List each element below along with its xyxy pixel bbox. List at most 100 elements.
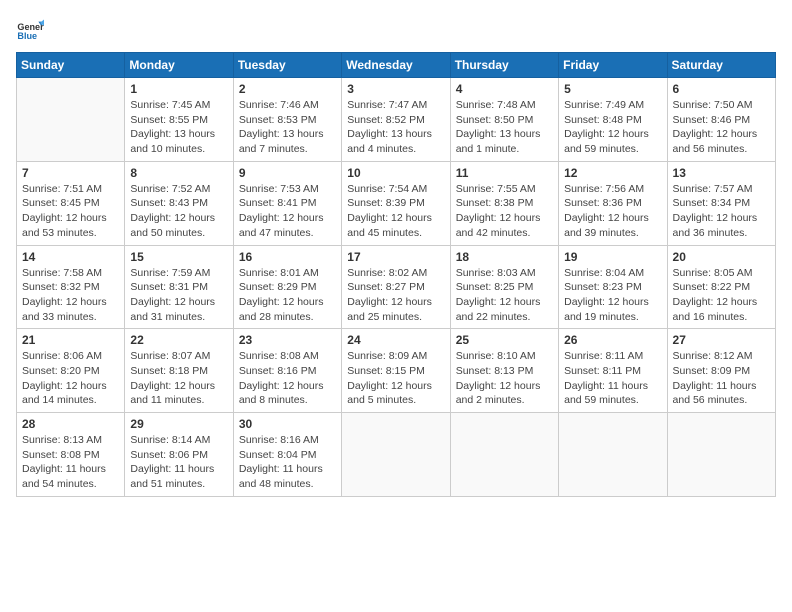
- day-number: 19: [564, 250, 661, 264]
- calendar-cell: [17, 78, 125, 162]
- calendar-cell: 1 Sunrise: 7:45 AM Sunset: 8:55 PM Daylig…: [125, 78, 233, 162]
- day-content: Sunrise: 7:49 AM Sunset: 8:48 PM Dayligh…: [564, 98, 661, 157]
- day-content: Sunrise: 7:56 AM Sunset: 8:36 PM Dayligh…: [564, 182, 661, 241]
- calendar-cell: 4Sunrise: 7:48 AM Sunset: 8:50 PM Daylig…: [450, 78, 558, 162]
- day-content: Sunrise: 8:14 AM Sunset: 8:06 PM Dayligh…: [130, 433, 227, 492]
- calendar-cell: 28 Sunrise: 8:13 AM Sunset: 8:08 PM Dayli…: [17, 413, 125, 497]
- day-number: 27: [673, 333, 770, 347]
- calendar-cell: 10Sunrise: 7:54 AM Sunset: 8:39 PM Dayli…: [342, 161, 450, 245]
- weekday-header: Thursday: [450, 53, 558, 78]
- calendar-week-row: 21 Sunrise: 8:06 AM Sunset: 8:20 PM Dayli…: [17, 329, 776, 413]
- day-number: 5: [564, 82, 661, 96]
- weekday-header-row: SundayMondayTuesdayWednesdayThursdayFrid…: [17, 53, 776, 78]
- day-number: 14: [22, 250, 119, 264]
- day-number: 8: [130, 166, 227, 180]
- calendar-cell: [559, 413, 667, 497]
- calendar-table: SundayMondayTuesdayWednesdayThursdayFrid…: [16, 52, 776, 497]
- day-content: Sunrise: 7:47 AM Sunset: 8:52 PM Dayligh…: [347, 98, 444, 157]
- day-content: Sunrise: 8:09 AM Sunset: 8:15 PM Dayligh…: [347, 349, 444, 408]
- calendar-cell: 21 Sunrise: 8:06 AM Sunset: 8:20 PM Dayli…: [17, 329, 125, 413]
- header: General Blue: [16, 16, 776, 44]
- day-number: 28: [22, 417, 119, 431]
- day-number: 21: [22, 333, 119, 347]
- day-number: 3: [347, 82, 444, 96]
- calendar-week-row: 28 Sunrise: 8:13 AM Sunset: 8:08 PM Dayli…: [17, 413, 776, 497]
- calendar-week-row: 14 Sunrise: 7:58 AM Sunset: 8:32 PM Dayli…: [17, 245, 776, 329]
- calendar-body: 1 Sunrise: 7:45 AM Sunset: 8:55 PM Daylig…: [17, 78, 776, 497]
- weekday-header: Sunday: [17, 53, 125, 78]
- day-content: Sunrise: 8:02 AM Sunset: 8:27 PM Dayligh…: [347, 266, 444, 325]
- calendar-cell: 24 Sunrise: 8:09 AM Sunset: 8:15 PM Dayli…: [342, 329, 450, 413]
- calendar-cell: 6 Sunrise: 7:50 AM Sunset: 8:46 PM Daylig…: [667, 78, 775, 162]
- day-content: Sunrise: 8:10 AM Sunset: 8:13 PM Dayligh…: [456, 349, 553, 408]
- calendar-cell: 26 Sunrise: 8:11 AM Sunset: 8:11 PM Dayli…: [559, 329, 667, 413]
- weekday-header: Saturday: [667, 53, 775, 78]
- svg-text:Blue: Blue: [17, 31, 37, 41]
- day-content: Sunrise: 7:55 AM Sunset: 8:38 PM Dayligh…: [456, 182, 553, 241]
- day-content: Sunrise: 7:50 AM Sunset: 8:46 PM Dayligh…: [673, 98, 770, 157]
- day-content: Sunrise: 8:01 AM Sunset: 8:29 PM Dayligh…: [239, 266, 336, 325]
- day-number: 2: [239, 82, 336, 96]
- day-content: Sunrise: 8:07 AM Sunset: 8:18 PM Dayligh…: [130, 349, 227, 408]
- logo-icon: General Blue: [16, 16, 44, 44]
- calendar-cell: 19 Sunrise: 8:04 AM Sunset: 8:23 PM Dayli…: [559, 245, 667, 329]
- calendar-cell: 27 Sunrise: 8:12 AM Sunset: 8:09 PM Dayli…: [667, 329, 775, 413]
- day-content: Sunrise: 7:53 AM Sunset: 8:41 PM Dayligh…: [239, 182, 336, 241]
- day-number: 23: [239, 333, 336, 347]
- day-number: 11: [456, 166, 553, 180]
- day-number: 26: [564, 333, 661, 347]
- calendar-cell: 11 Sunrise: 7:55 AM Sunset: 8:38 PM Dayli…: [450, 161, 558, 245]
- day-number: 10: [347, 166, 444, 180]
- calendar-cell: 15 Sunrise: 7:59 AM Sunset: 8:31 PM Dayli…: [125, 245, 233, 329]
- day-content: Sunrise: 7:46 AM Sunset: 8:53 PM Dayligh…: [239, 98, 336, 157]
- calendar-cell: 17 Sunrise: 8:02 AM Sunset: 8:27 PM Dayli…: [342, 245, 450, 329]
- day-number: 12: [564, 166, 661, 180]
- weekday-header: Tuesday: [233, 53, 341, 78]
- calendar-cell: [342, 413, 450, 497]
- calendar-cell: 2 Sunrise: 7:46 AM Sunset: 8:53 PM Daylig…: [233, 78, 341, 162]
- day-number: 30: [239, 417, 336, 431]
- day-number: 17: [347, 250, 444, 264]
- day-number: 1: [130, 82, 227, 96]
- calendar-cell: 9 Sunrise: 7:53 AM Sunset: 8:41 PM Daylig…: [233, 161, 341, 245]
- day-number: 24: [347, 333, 444, 347]
- day-content: Sunrise: 8:04 AM Sunset: 8:23 PM Dayligh…: [564, 266, 661, 325]
- day-content: Sunrise: 8:08 AM Sunset: 8:16 PM Dayligh…: [239, 349, 336, 408]
- calendar-cell: 8 Sunrise: 7:52 AM Sunset: 8:43 PM Daylig…: [125, 161, 233, 245]
- day-content: Sunrise: 7:58 AM Sunset: 8:32 PM Dayligh…: [22, 266, 119, 325]
- day-content: Sunrise: 8:11 AM Sunset: 8:11 PM Dayligh…: [564, 349, 661, 408]
- day-content: Sunrise: 8:13 AM Sunset: 8:08 PM Dayligh…: [22, 433, 119, 492]
- calendar-cell: 20Sunrise: 8:05 AM Sunset: 8:22 PM Dayli…: [667, 245, 775, 329]
- calendar-cell: 25 Sunrise: 8:10 AM Sunset: 8:13 PM Dayli…: [450, 329, 558, 413]
- day-number: 7: [22, 166, 119, 180]
- day-content: Sunrise: 7:45 AM Sunset: 8:55 PM Dayligh…: [130, 98, 227, 157]
- calendar-cell: 5 Sunrise: 7:49 AM Sunset: 8:48 PM Daylig…: [559, 78, 667, 162]
- day-number: 9: [239, 166, 336, 180]
- calendar-week-row: 7Sunrise: 7:51 AM Sunset: 8:45 PM Daylig…: [17, 161, 776, 245]
- calendar-cell: 18 Sunrise: 8:03 AM Sunset: 8:25 PM Dayli…: [450, 245, 558, 329]
- day-content: Sunrise: 8:16 AM Sunset: 8:04 PM Dayligh…: [239, 433, 336, 492]
- day-content: Sunrise: 7:48 AM Sunset: 8:50 PM Dayligh…: [456, 98, 553, 157]
- day-content: Sunrise: 8:03 AM Sunset: 8:25 PM Dayligh…: [456, 266, 553, 325]
- calendar-cell: 22Sunrise: 8:07 AM Sunset: 8:18 PM Dayli…: [125, 329, 233, 413]
- day-content: Sunrise: 8:06 AM Sunset: 8:20 PM Dayligh…: [22, 349, 119, 408]
- calendar-cell: 16 Sunrise: 8:01 AM Sunset: 8:29 PM Dayli…: [233, 245, 341, 329]
- day-number: 13: [673, 166, 770, 180]
- calendar-cell: 14 Sunrise: 7:58 AM Sunset: 8:32 PM Dayli…: [17, 245, 125, 329]
- day-number: 6: [673, 82, 770, 96]
- weekday-header: Monday: [125, 53, 233, 78]
- day-content: Sunrise: 7:57 AM Sunset: 8:34 PM Dayligh…: [673, 182, 770, 241]
- day-number: 18: [456, 250, 553, 264]
- calendar-cell: 12 Sunrise: 7:56 AM Sunset: 8:36 PM Dayli…: [559, 161, 667, 245]
- day-number: 16: [239, 250, 336, 264]
- day-content: Sunrise: 7:52 AM Sunset: 8:43 PM Dayligh…: [130, 182, 227, 241]
- calendar-cell: 7Sunrise: 7:51 AM Sunset: 8:45 PM Daylig…: [17, 161, 125, 245]
- calendar-header: SundayMondayTuesdayWednesdayThursdayFrid…: [17, 53, 776, 78]
- day-content: Sunrise: 7:59 AM Sunset: 8:31 PM Dayligh…: [130, 266, 227, 325]
- day-number: 15: [130, 250, 227, 264]
- day-content: Sunrise: 8:12 AM Sunset: 8:09 PM Dayligh…: [673, 349, 770, 408]
- day-number: 25: [456, 333, 553, 347]
- weekday-header: Wednesday: [342, 53, 450, 78]
- logo: General Blue: [16, 16, 48, 44]
- calendar-cell: 30 Sunrise: 8:16 AM Sunset: 8:04 PM Dayli…: [233, 413, 341, 497]
